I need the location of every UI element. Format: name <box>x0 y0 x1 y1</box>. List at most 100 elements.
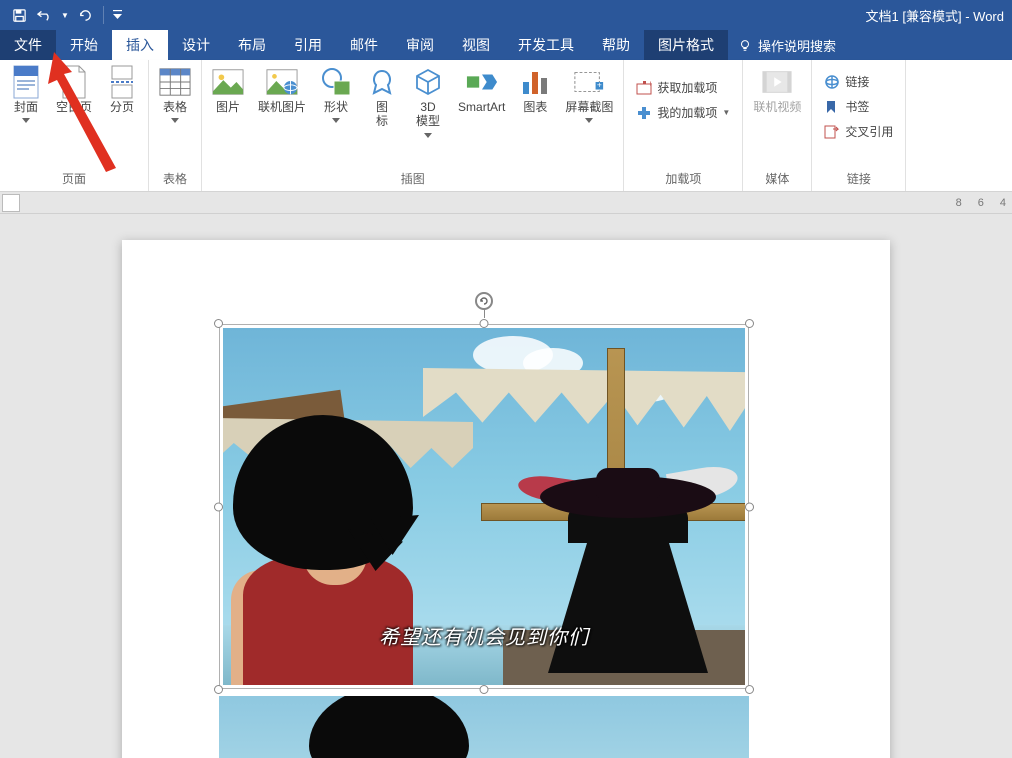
resize-handle-tl[interactable] <box>214 319 223 328</box>
redo-button[interactable] <box>74 4 96 26</box>
resize-handle-r[interactable] <box>745 502 754 511</box>
ribbon-tabs: 文件 开始 插入 设计 布局 引用 邮件 审阅 视图 开发工具 帮助 图片格式 … <box>0 30 1012 60</box>
bookmark-icon <box>824 99 840 115</box>
group-media-label: 媒体 <box>749 168 805 191</box>
chart-icon <box>519 66 551 98</box>
screenshot-button[interactable]: + 屏幕截图 <box>561 64 617 125</box>
group-illustrations-label: 插图 <box>208 168 617 191</box>
resize-handle-bl[interactable] <box>214 685 223 694</box>
screenshot-icon: + <box>573 66 605 98</box>
chevron-down-icon <box>22 118 30 123</box>
link-icon <box>824 74 840 90</box>
group-pages: 封面 空白页 分页 页面 <box>0 60 149 191</box>
svg-text:+: + <box>597 80 602 90</box>
pictures-icon <box>212 66 244 98</box>
my-addins-button[interactable]: 我的加载项 ▼ <box>630 101 736 124</box>
tell-me-search[interactable]: 操作说明搜索 <box>728 30 846 60</box>
online-pictures-button[interactable]: 联机图片 <box>254 64 310 116</box>
3d-models-icon <box>412 66 444 98</box>
table-button[interactable]: 表格 <box>155 64 195 125</box>
resize-handle-br[interactable] <box>745 685 754 694</box>
cover-page-icon <box>10 66 42 98</box>
smartart-button[interactable]: SmartArt <box>454 64 509 116</box>
tell-me-label: 操作说明搜索 <box>758 36 836 55</box>
table-icon <box>159 66 191 98</box>
icons-label: 图标 <box>376 100 388 129</box>
bookmark-button[interactable]: 书签 <box>818 95 899 118</box>
tab-picture-format[interactable]: 图片格式 <box>644 30 728 60</box>
ruler-corner[interactable] <box>2 194 20 212</box>
shapes-button[interactable]: 形状 <box>316 64 356 125</box>
chevron-down-icon <box>585 118 593 123</box>
second-image-fragment[interactable] <box>219 696 749 758</box>
tab-file[interactable]: 文件 <box>0 30 56 60</box>
icons-icon <box>366 66 398 98</box>
link-button[interactable]: 链接 <box>818 70 899 93</box>
get-addins-button[interactable]: + 获取加载项 <box>630 76 736 99</box>
online-video-icon <box>761 66 793 98</box>
ruler-bar: 8 6 4 <box>0 192 1012 214</box>
tab-layout[interactable]: 布局 <box>224 30 280 60</box>
ruler-numbers: 8 6 4 <box>956 197 1006 209</box>
quick-access-toolbar: ▼ <box>0 4 123 26</box>
3d-models-button[interactable]: 3D模型 <box>408 64 448 140</box>
selected-image[interactable]: 希望还有机会见到你们 <box>219 324 749 689</box>
window-title: 文档1 [兼容模式] - Word <box>866 6 1004 25</box>
group-tables-label: 表格 <box>155 168 195 191</box>
smartart-icon <box>466 66 498 98</box>
pictures-button[interactable]: 图片 <box>208 64 248 116</box>
tab-help[interactable]: 帮助 <box>588 30 644 60</box>
3d-models-label: 3D模型 <box>416 100 440 129</box>
group-addins: + 获取加载项 我的加载项 ▼ 加载项 <box>624 60 743 191</box>
shapes-icon <box>320 66 352 98</box>
tab-design[interactable]: 设计 <box>168 30 224 60</box>
crossref-button[interactable]: 交叉引用 <box>818 120 899 143</box>
group-links-label: 链接 <box>818 168 899 191</box>
store-icon: + <box>636 80 652 96</box>
qat-separator <box>103 6 104 24</box>
undo-dropdown[interactable]: ▼ <box>60 4 70 26</box>
save-button[interactable] <box>8 4 30 26</box>
my-addins-icon <box>636 105 652 121</box>
group-media: 联机视频 媒体 <box>743 60 812 191</box>
blank-page-icon <box>58 66 90 98</box>
chevron-down-icon <box>332 118 340 123</box>
titlebar: ▼ 文档1 [兼容模式] - Word <box>0 0 1012 30</box>
tab-developer[interactable]: 开发工具 <box>504 30 588 60</box>
selection-border <box>219 324 749 689</box>
undo-button[interactable] <box>34 4 56 26</box>
cover-page-button[interactable]: 封面 <box>6 64 46 125</box>
online-pictures-icon <box>266 66 298 98</box>
group-illustrations: 图片 联机图片 形状 图标 3D模型 SmartArt <box>202 60 624 191</box>
page-break-icon <box>106 66 138 98</box>
tab-mailings[interactable]: 邮件 <box>336 30 392 60</box>
tab-home[interactable]: 开始 <box>56 30 112 60</box>
resize-handle-l[interactable] <box>214 502 223 511</box>
resize-handle-tr[interactable] <box>745 319 754 328</box>
page-break-button[interactable]: 分页 <box>102 64 142 116</box>
tab-review[interactable]: 审阅 <box>392 30 448 60</box>
group-addins-label: 加载项 <box>630 168 736 191</box>
qat-customize[interactable] <box>111 4 123 26</box>
group-pages-label: 页面 <box>6 168 142 191</box>
rotate-handle[interactable] <box>475 292 493 310</box>
tab-references[interactable]: 引用 <box>280 30 336 60</box>
blank-page-button[interactable]: 空白页 <box>52 64 96 116</box>
chart-button[interactable]: 图表 <box>515 64 555 116</box>
tab-insert[interactable]: 插入 <box>112 30 168 60</box>
document-area[interactable]: 希望还有机会见到你们 <box>0 214 1012 758</box>
group-links: 链接 书签 交叉引用 链接 <box>812 60 906 191</box>
online-video-button: 联机视频 <box>749 64 805 116</box>
bulb-icon <box>738 38 752 52</box>
resize-handle-t[interactable] <box>480 319 489 328</box>
crossref-icon <box>824 124 840 140</box>
icons-button[interactable]: 图标 <box>362 64 402 131</box>
group-tables: 表格 表格 <box>149 60 202 191</box>
svg-text:+: + <box>648 80 652 89</box>
resize-handle-b[interactable] <box>480 685 489 694</box>
document-page[interactable]: 希望还有机会见到你们 <box>122 240 890 758</box>
ribbon: 封面 空白页 分页 页面 表格 表格 <box>0 60 1012 192</box>
chevron-down-icon <box>424 133 432 138</box>
chevron-down-icon <box>171 118 179 123</box>
tab-view[interactable]: 视图 <box>448 30 504 60</box>
